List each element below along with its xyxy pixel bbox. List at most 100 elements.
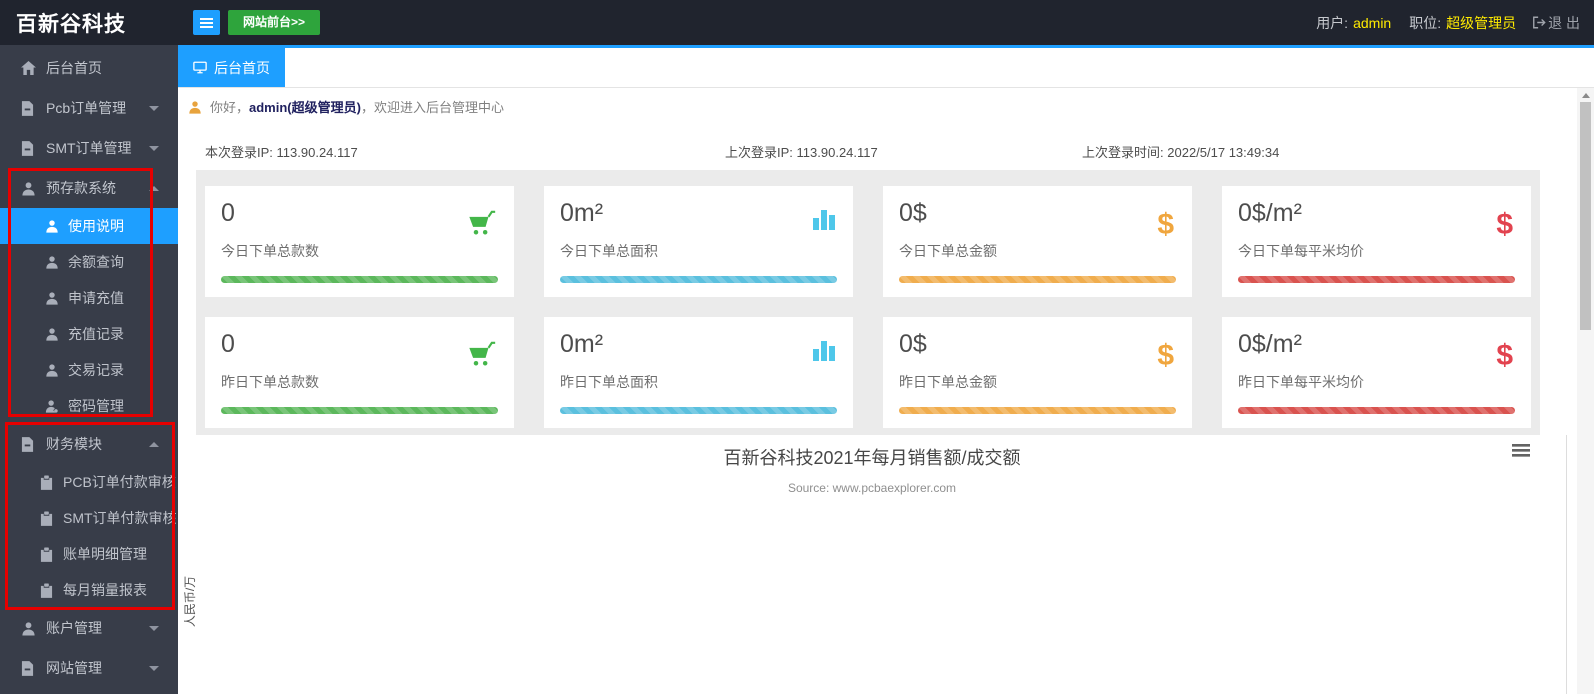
progress-bar — [1238, 407, 1515, 414]
front-site-button[interactable]: 网站前台>> — [228, 10, 321, 35]
progress-bar — [221, 276, 498, 283]
stat-label: 今日下单每平米均价 — [1238, 243, 1364, 259]
tab-bar: 后台首页 — [178, 48, 1594, 88]
chevron-up-icon — [149, 441, 159, 447]
stat-card-yesterday-orders: 0 昨日下单总款数 — [205, 317, 514, 428]
vertical-scrollbar[interactable] — [1577, 88, 1594, 694]
sidebar-item-finance-module[interactable]: 财务模块 — [0, 424, 178, 464]
chevron-up-icon — [149, 185, 159, 191]
tab-label: 后台首页 — [214, 59, 270, 76]
stat-label: 今日下单总款数 — [221, 243, 319, 259]
monitor-icon — [193, 61, 207, 74]
chevron-down-icon — [149, 145, 159, 151]
chart-source: Source: www.pcbaexplorer.com — [787, 481, 957, 495]
scroll-up-arrow-icon[interactable] — [1581, 93, 1590, 98]
sidebar-item-smt-orders[interactable]: SMT订单管理 — [0, 128, 178, 168]
last-login-ip: 上次登录IP: 113.90.24.117 — [725, 145, 878, 160]
stat-cards-section: 0 今日下单总款数 0m² 今日下单总面积 0$ 今日下单总金额 $ 0$/m²… — [196, 170, 1540, 435]
welcome-message: 你好，admin(超级管理员)，欢迎进入后台管理中心 — [188, 97, 1594, 116]
user-icon — [45, 327, 60, 341]
sidebar: 后台首页 Pcb订单管理 SMT订单管理 预存款系统 使用说明 余额查询 申请充… — [0, 45, 178, 694]
sidebar-subitem-recharge-records[interactable]: 充值记录 — [0, 316, 178, 352]
logout-label: 退 出 — [1548, 14, 1580, 31]
clipboard-icon — [40, 511, 55, 526]
stat-card-yesterday-area: 0m² 昨日下单总面积 — [544, 317, 853, 428]
sidebar-subitem-smt-payment-review[interactable]: SMT订单付款审核 — [0, 500, 178, 536]
progress-bar — [560, 407, 837, 414]
sidebar-item-label: 网站管理 — [46, 660, 102, 676]
stat-value: 0 — [221, 199, 235, 227]
chart-title: 百新谷科技2021年每月销售额/成交额 — [723, 448, 1021, 468]
sidebar-item-label: 预存款系统 — [46, 180, 116, 196]
chart-menu-icon[interactable] — [1512, 444, 1530, 457]
sidebar-item-pcb-orders[interactable]: Pcb订单管理 — [0, 88, 178, 128]
sidebar-item-label: SMT订单管理 — [46, 140, 132, 156]
sidebar-subitem-label: PCB订单付款审核 — [63, 474, 176, 490]
current-login-ip: 本次登录IP: 113.90.24.117 — [205, 145, 358, 160]
logout-icon — [1533, 16, 1546, 29]
chart-y-axis-label: 人民币/万 — [183, 575, 198, 628]
dashboard-content: 你好，admin(超级管理员)，欢迎进入后台管理中心 本次登录IP: 113.9… — [178, 88, 1594, 694]
stat-card-today-orders: 0 今日下单总款数 — [205, 186, 514, 297]
stat-label: 昨日下单每平米均价 — [1238, 374, 1364, 390]
sidebar-item-label: Pcb订单管理 — [46, 100, 127, 116]
sidebar-item-website-management[interactable]: 网站管理 — [0, 648, 178, 688]
user-icon — [45, 363, 60, 377]
sidebar-subitem-monthly-sales-report[interactable]: 每月销量报表 — [0, 572, 178, 608]
dollar-icon: $ — [1157, 208, 1174, 241]
sidebar-subitem-balance-query[interactable]: 余额查询 — [0, 244, 178, 280]
bar-chart-icon — [813, 210, 835, 230]
sidebar-subitem-password-management[interactable]: 密码管理 — [0, 388, 178, 424]
progress-bar — [899, 276, 1176, 283]
last-login-time: 上次登录时间: 2022/5/17 13:49:34 — [1082, 145, 1280, 160]
sidebar-subitem-bill-detail-management[interactable]: 账单明细管理 — [0, 536, 178, 572]
sidebar-item-account-management[interactable]: 账户管理 — [0, 608, 178, 648]
stat-card-yesterday-amount: 0$ 昨日下单总金额 $ — [883, 317, 1192, 428]
logout-button[interactable]: 退 出 — [1532, 13, 1580, 33]
progress-bar — [1238, 276, 1515, 283]
document-icon — [21, 140, 37, 156]
clipboard-icon — [40, 547, 55, 562]
stat-value: 0$ — [899, 330, 927, 358]
sidebar-subitem-label: 每月销量报表 — [63, 582, 147, 598]
stat-label: 昨日下单总款数 — [221, 374, 319, 390]
user-icon — [21, 181, 37, 196]
sidebar-subitem-label: 余额查询 — [68, 254, 124, 270]
user-icon — [189, 100, 201, 114]
sidebar-subitem-transaction-records[interactable]: 交易记录 — [0, 352, 178, 388]
sidebar-subitem-label: SMT订单付款审核 — [63, 510, 177, 526]
app-logo: 百新谷科技 — [16, 12, 126, 36]
sidebar-subitem-pcb-payment-review[interactable]: PCB订单付款审核 — [0, 464, 178, 500]
progress-bar — [899, 407, 1176, 414]
sidebar-subitem-label: 充值记录 — [68, 326, 124, 342]
scrollbar-thumb[interactable] — [1580, 102, 1591, 330]
sidebar-subitem-label: 申请充值 — [68, 290, 124, 306]
stat-value: 0 — [221, 330, 235, 358]
sidebar-subitem-label: 账单明细管理 — [63, 546, 147, 562]
clipboard-icon — [40, 475, 55, 490]
stat-value: 0$/m² — [1238, 199, 1302, 227]
sidebar-subitem-usage-guide[interactable]: 使用说明 — [0, 208, 178, 244]
sidebar-subitem-label: 密码管理 — [68, 398, 124, 414]
top-header: 百新谷科技 网站前台>> 用户: admin 职位: 超级管理员 退 出 — [0, 0, 1594, 45]
stat-label: 昨日下单总面积 — [560, 374, 658, 390]
cart-icon — [466, 210, 496, 237]
clipboard-icon — [40, 583, 55, 598]
sidebar-subitem-recharge-request[interactable]: 申请充值 — [0, 280, 178, 316]
user-key-icon — [45, 399, 60, 413]
sidebar-item-home[interactable]: 后台首页 — [0, 48, 178, 88]
dollar-icon: $ — [1496, 208, 1513, 241]
sidebar-item-label: 账户管理 — [46, 620, 102, 636]
user-icon — [45, 219, 60, 233]
user-icon — [45, 255, 60, 269]
sidebar-subitem-label: 交易记录 — [68, 362, 124, 378]
user-label: 用户: — [1316, 14, 1349, 31]
stat-value: 0m² — [560, 330, 604, 358]
collapse-menu-button[interactable] — [193, 10, 220, 35]
stat-card-today-avg-price: 0$/m² 今日下单每平米均价 $ — [1222, 186, 1531, 297]
sidebar-item-label: 后台首页 — [46, 60, 102, 76]
tab-dashboard[interactable]: 后台首页 — [178, 48, 285, 87]
cart-icon — [466, 341, 496, 368]
login-info-row: 本次登录IP: 113.90.24.117 上次登录IP: 113.90.24.… — [178, 142, 1594, 160]
sidebar-item-prepaid-system[interactable]: 预存款系统 — [0, 168, 178, 208]
